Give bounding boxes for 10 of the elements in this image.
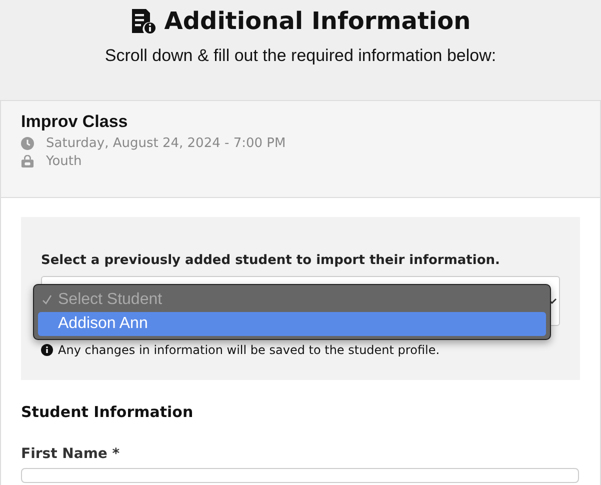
event-date: Saturday, August 24, 2024 - 7:00 PM xyxy=(46,136,286,151)
event-category: Youth xyxy=(46,154,82,169)
page-subtitle: Scroll down & fill out the required information below: xyxy=(104,46,496,66)
dropdown-option[interactable]: Addison Ann xyxy=(38,312,546,336)
field-label: First Name * xyxy=(21,446,121,462)
import-label: Select a previously added student to import their information. xyxy=(41,253,501,268)
section-title: Student Information xyxy=(21,403,194,421)
event-name: Improv Class xyxy=(21,111,129,133)
info-note: Any changes in information will be saved to the student profile. xyxy=(58,343,440,357)
page-title: Additional Information xyxy=(164,6,471,36)
